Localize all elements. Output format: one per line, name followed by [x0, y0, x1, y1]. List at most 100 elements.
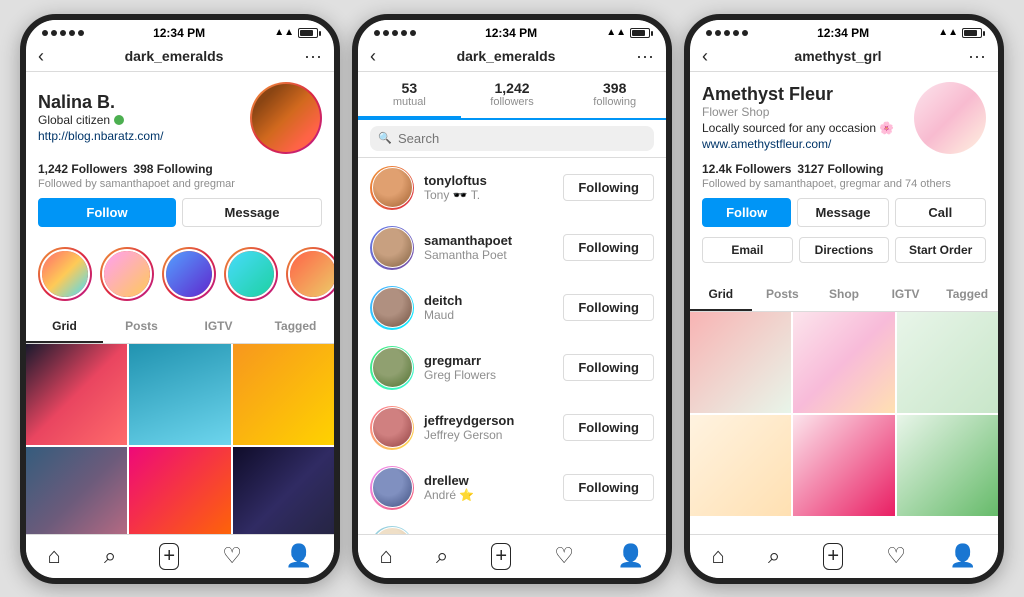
more-button-1[interactable]: ··· [304, 46, 322, 67]
following-btn-5[interactable]: Following [563, 414, 654, 441]
profile-icon-3[interactable]: 👤 [949, 543, 976, 569]
profile-tabs-3: Grid Posts Shop IGTV Tagged [690, 279, 998, 312]
tab-tagged-1[interactable]: Tagged [257, 311, 334, 343]
status-icons-3: ▲▲ [938, 27, 982, 38]
back-button-1[interactable]: ‹ [38, 46, 44, 67]
tab-tagged-3[interactable]: Tagged [936, 279, 998, 311]
following-btn-6[interactable]: Following [563, 474, 654, 501]
battery-icon-2 [630, 28, 650, 38]
avatar-tonyloftus[interactable] [370, 166, 414, 210]
following-btn-4[interactable]: Following [563, 354, 654, 381]
followers-stat-3[interactable]: 12.4k Followers [702, 162, 791, 176]
tab-shop-3[interactable]: Shop [813, 279, 875, 311]
grid-cell-1-5[interactable] [129, 447, 230, 534]
battery-icon-3 [962, 28, 982, 38]
back-button-3[interactable]: ‹ [702, 46, 708, 67]
tab-grid-3[interactable]: Grid [690, 279, 752, 311]
grid-cell-1-2[interactable] [129, 344, 230, 445]
mutual-stat[interactable]: 53 mutual [358, 72, 461, 118]
grid-cell-1-4[interactable] [26, 447, 127, 534]
search-icon-3[interactable]: ⌕ [768, 543, 780, 569]
grid-cell-3-1[interactable] [690, 312, 791, 413]
status-bar-3: 12:34 PM ▲▲ [690, 20, 998, 42]
following-count-stat[interactable]: 398 following [563, 72, 666, 118]
profile-top-1: Nalina B. Global citizen http://blog.nba… [38, 82, 322, 154]
message-button-1[interactable]: Message [182, 198, 322, 227]
following-stat-3[interactable]: 3127 Following [797, 162, 883, 176]
story-circle-3[interactable] [162, 247, 216, 301]
tab-igtv-3[interactable]: IGTV [875, 279, 937, 311]
search-icon-2[interactable]: ⌕ [436, 543, 448, 569]
tab-posts-3[interactable]: Posts [752, 279, 814, 311]
more-button-3[interactable]: ··· [968, 46, 986, 67]
grid-cell-3-3[interactable] [897, 312, 998, 413]
grid-cell-1-6[interactable] [233, 447, 334, 534]
avatar-deitch[interactable] [370, 286, 414, 330]
followers-stat[interactable]: 1,242 followers [461, 72, 564, 118]
back-button-2[interactable]: ‹ [370, 46, 376, 67]
follow-button-3[interactable]: Follow [702, 198, 791, 227]
name-gregmarr: Greg Flowers [424, 368, 553, 382]
bio-link-3[interactable]: www.amethystfleur.com/ [702, 137, 914, 151]
call-button-3[interactable]: Call [895, 198, 986, 227]
grid-cell-3-6[interactable] [897, 415, 998, 516]
likes-icon-2[interactable]: ♡ [554, 543, 574, 569]
email-button-3[interactable]: Email [702, 237, 793, 263]
home-icon-1[interactable]: ⌂ [48, 543, 61, 569]
search-input-2[interactable] [370, 126, 654, 151]
avatar-ericafahr[interactable] [370, 526, 414, 534]
following-item-2: samanthapoet Samantha Poet Following [358, 218, 666, 278]
phone-3: 12:34 PM ▲▲ ‹ amethyst_grl ··· Amethyst … [684, 14, 1004, 584]
top-nav-1: ‹ dark_emeralds ··· [26, 42, 334, 72]
add-icon-2[interactable]: + [491, 543, 511, 570]
status-time-1: 12:34 PM [153, 26, 205, 40]
tab-posts-1[interactable]: Posts [103, 311, 180, 343]
profile-icon-1[interactable]: 👤 [285, 543, 312, 569]
grid-cell-3-4[interactable] [690, 415, 791, 516]
grid-cell-3-2[interactable] [793, 312, 894, 413]
start-order-button-3[interactable]: Start Order [895, 237, 986, 263]
tab-grid-1[interactable]: Grid [26, 311, 103, 343]
avatar-drellew[interactable] [370, 466, 414, 510]
directions-button-3[interactable]: Directions [799, 237, 890, 263]
followers-stat-1[interactable]: 1,242 Followers [38, 162, 127, 176]
add-icon-3[interactable]: + [823, 543, 843, 570]
avatar-img-1 [252, 84, 320, 152]
grid-cell-3-5[interactable] [793, 415, 894, 516]
story-circle-2[interactable] [100, 247, 154, 301]
more-button-2[interactable]: ··· [636, 46, 654, 67]
info-tonyloftus: tonyloftus Tony 🕶️ T. [424, 173, 553, 202]
following-item-4: gregmarr Greg Flowers Following [358, 338, 666, 398]
likes-icon-1[interactable]: ♡ [222, 543, 242, 569]
tab-igtv-1[interactable]: IGTV [180, 311, 257, 343]
grid-cell-1-1[interactable] [26, 344, 127, 445]
story-circle-4[interactable] [224, 247, 278, 301]
story-circle-5[interactable] [286, 247, 334, 301]
follow-button-1[interactable]: Follow [38, 198, 176, 227]
username-gregmarr: gregmarr [424, 353, 553, 368]
avatar-samanthapoet[interactable] [370, 226, 414, 270]
likes-icon-3[interactable]: ♡ [886, 543, 906, 569]
story-circle-1[interactable] [38, 247, 92, 301]
home-icon-2[interactable]: ⌂ [380, 543, 393, 569]
grid-cell-1-3[interactable] [233, 344, 334, 445]
home-icon-3[interactable]: ⌂ [712, 543, 725, 569]
profile-icon-2[interactable]: 👤 [617, 543, 644, 569]
message-button-3[interactable]: Message [797, 198, 888, 227]
mutual-label: mutual [358, 96, 461, 108]
wifi-icon-1: ▲▲ [274, 27, 294, 38]
avatar-jeffreydgerson[interactable] [370, 406, 414, 450]
following-btn-2[interactable]: Following [563, 234, 654, 261]
bio-link-1[interactable]: http://blog.nbaratz.com/ [38, 129, 250, 143]
add-icon-1[interactable]: + [159, 543, 179, 570]
following-btn-3[interactable]: Following [563, 294, 654, 321]
status-bar-1: 12:34 PM ▲▲ [26, 20, 334, 42]
following-stat-1[interactable]: 398 Following [133, 162, 212, 176]
profile-avatar-1 [250, 82, 322, 154]
followers-count-2: 1,242 [461, 80, 564, 96]
following-btn-1[interactable]: Following [563, 174, 654, 201]
avatar-gregmarr[interactable] [370, 346, 414, 390]
info-drellew: drellew André ⭐ [424, 473, 553, 502]
status-icons-1: ▲▲ [274, 27, 318, 38]
search-icon-1[interactable]: ⌕ [104, 543, 116, 569]
